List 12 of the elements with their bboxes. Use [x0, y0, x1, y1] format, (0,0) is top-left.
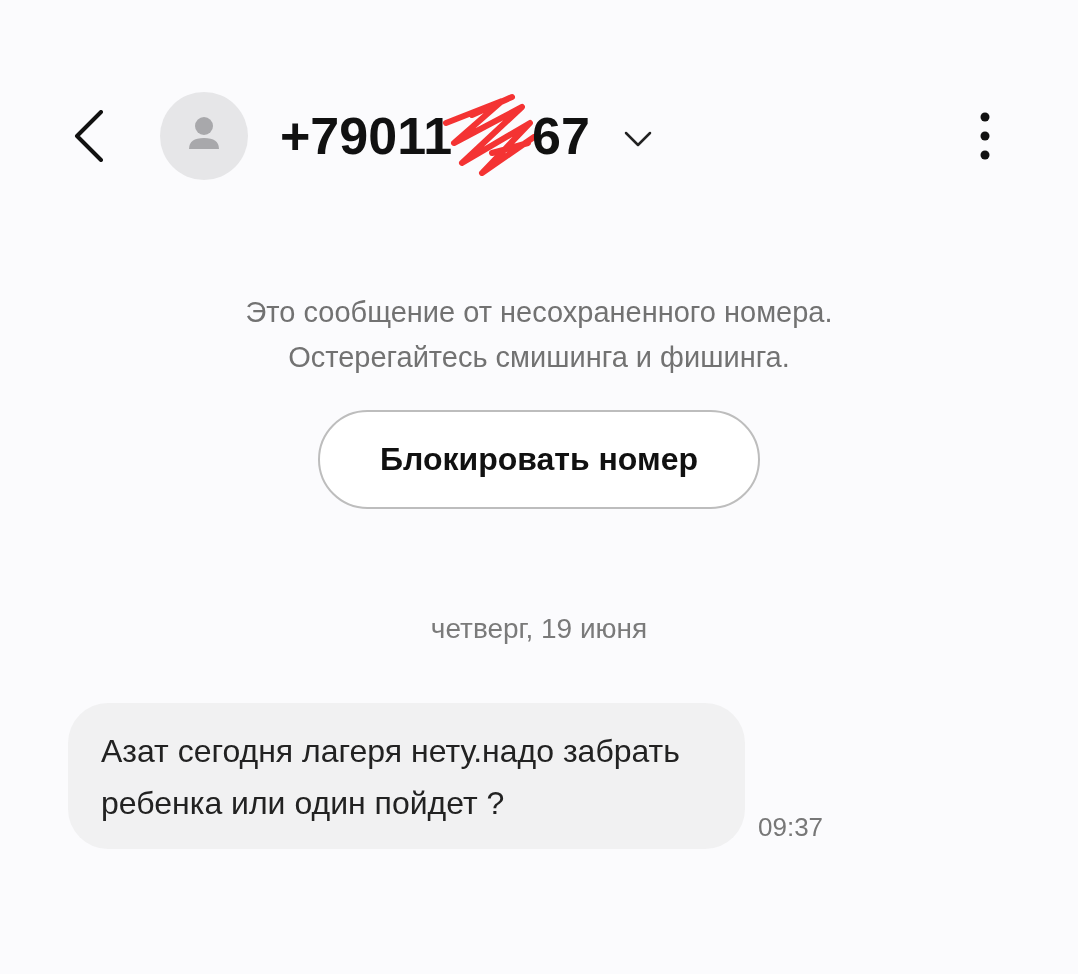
block-number-button[interactable]: Блокировать номер: [318, 410, 760, 509]
menu-icon[interactable]: [980, 112, 990, 160]
phone-number: 67: [532, 106, 590, 166]
warning-text: Остерегайтесь смишинга и фишинга.: [288, 340, 790, 375]
date-label: четверг, 19 июня: [429, 613, 649, 645]
message-bubble: Азат сегодня лагеря нету.надо забрать ребенка или один пойдет ?: [68, 703, 745, 849]
avatar-icon: [160, 92, 248, 180]
caret-icon[interactable]: [623, 131, 652, 147]
phone-number: +79011: [280, 106, 453, 166]
back-icon[interactable]: [74, 110, 104, 162]
message-time: 09:37: [758, 812, 824, 843]
warning-text: Это сообщение от несохраненного номера.: [245, 295, 833, 330]
